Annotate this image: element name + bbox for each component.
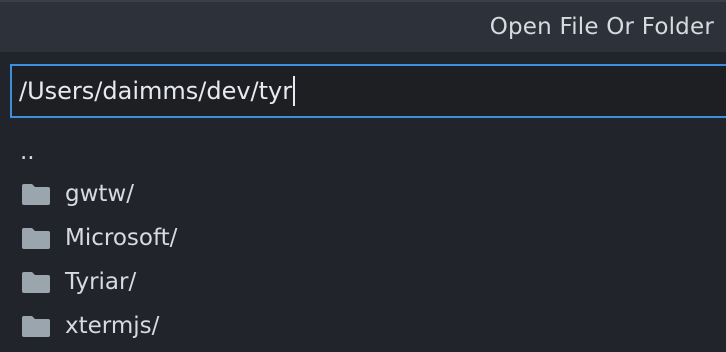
file-list: .. gwtw/ Microsoft/ Tyriar/ xtermjs/ [0, 132, 726, 348]
text-caret [293, 76, 296, 106]
path-input-container[interactable]: /Users/daimms/dev/tyr [10, 64, 726, 118]
panel-header: Open File Or Folder [0, 2, 726, 52]
list-item-label: gwtw/ [65, 181, 134, 207]
folder-icon [22, 183, 50, 205]
list-item-folder[interactable]: Microsoft/ [0, 216, 726, 260]
list-item-label: xtermjs/ [65, 313, 160, 339]
list-item-folder[interactable]: gwtw/ [0, 172, 726, 216]
folder-icon [22, 227, 50, 249]
list-item-label: Microsoft/ [65, 225, 178, 251]
folder-icon [22, 315, 50, 337]
list-item-label: Tyriar/ [65, 269, 137, 295]
list-item-folder[interactable]: Tyriar/ [0, 260, 726, 304]
list-item-label: .. [20, 139, 35, 165]
list-item-folder[interactable]: xtermjs/ [0, 304, 726, 348]
panel-title: Open File Or Folder [489, 14, 714, 40]
folder-icon [22, 271, 50, 293]
path-input[interactable]: /Users/daimms/dev/tyr [12, 77, 292, 105]
open-file-panel: Open File Or Folder /Users/daimms/dev/ty… [0, 0, 726, 352]
list-item-parent-directory[interactable]: .. [0, 132, 726, 172]
